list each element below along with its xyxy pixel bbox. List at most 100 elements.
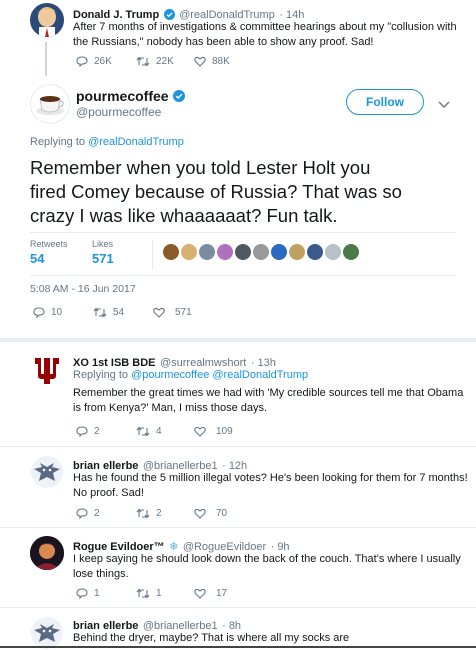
author-name[interactable]: XO 1st ISB BDE — [73, 357, 156, 369]
avatar-realdonaldtrump[interactable] — [30, 3, 64, 37]
reply-button[interactable]: 26K — [76, 56, 112, 67]
author-handle[interactable]: @pourmecoffee — [76, 105, 161, 119]
retweet-count: 2 — [156, 508, 162, 519]
liker-avatar[interactable] — [253, 244, 269, 260]
reply1-text: Remember the great times we had with 'My… — [73, 386, 468, 416]
tweet0-text: After 7 months of investigations & commi… — [73, 20, 468, 50]
thread-connector — [45, 42, 47, 76]
author-name[interactable]: pourmecoffee — [76, 88, 169, 104]
like-count: 70 — [216, 508, 228, 519]
rogue-avatar-image — [30, 536, 64, 570]
like-count: 88K — [212, 56, 230, 67]
like-icon — [153, 307, 165, 318]
tweet-text-line: I keep saying he should look down the ba… — [73, 553, 461, 565]
like-button[interactable]: 70 — [194, 508, 227, 519]
verified-badge-icon — [173, 89, 186, 107]
retweet-count: 4 — [156, 426, 162, 437]
reply-icon — [76, 588, 88, 599]
reply-count: 2 — [94, 508, 100, 519]
like-icon — [194, 56, 206, 67]
retweet-icon — [136, 56, 150, 67]
retweet-count: 22K — [156, 56, 174, 67]
avatar-pourmecoffee[interactable] — [30, 84, 70, 124]
reply-button[interactable]: 1 — [76, 588, 100, 599]
divider — [0, 446, 476, 447]
reply-count: 10 — [51, 307, 63, 318]
tweet-text-line: Remember when you told Lester Holt you — [30, 157, 371, 178]
like-button[interactable]: 88K — [194, 56, 230, 67]
trump-avatar-image — [30, 3, 64, 37]
tweet-text-line: lose things. — [73, 568, 129, 580]
retweet-count: 54 — [113, 307, 125, 318]
liker-avatar[interactable] — [343, 244, 359, 260]
liker-avatar[interactable] — [235, 244, 251, 260]
divider — [0, 527, 476, 528]
replying-to-prefix: Replying to — [30, 136, 89, 148]
avatar-surrealmwshort[interactable] — [30, 354, 64, 388]
follow-button[interactable]: Follow — [346, 89, 424, 115]
reply-icon — [33, 307, 45, 318]
like-count: 571 — [175, 307, 192, 318]
likes-stat[interactable]: Likes 571 — [92, 239, 114, 266]
reply-button[interactable]: 2 — [76, 426, 100, 437]
likes-stat-label: Likes — [92, 239, 114, 249]
retweet-button[interactable]: 22K — [136, 56, 174, 67]
more-options-chevron-down-icon[interactable] — [438, 96, 450, 114]
coffee-cup-avatar-image — [36, 96, 64, 115]
reply-count: 26K — [94, 56, 112, 67]
retweet-button[interactable]: 2 — [136, 508, 162, 519]
likes-stat-value: 571 — [92, 251, 114, 266]
liker-avatar[interactable] — [163, 244, 179, 260]
reply-button[interactable]: 10 — [33, 307, 62, 318]
replying-to-link[interactable]: @pourmecoffee @realDonaldTrump — [131, 369, 308, 381]
tweet-text-line: is from Kenya?' Man, I miss those days. — [73, 402, 268, 414]
reply-icon — [76, 56, 88, 67]
liker-avatar[interactable] — [199, 244, 215, 260]
liker-avatar[interactable] — [325, 244, 341, 260]
stat-divider — [152, 240, 153, 270]
liker-avatar[interactable] — [289, 244, 305, 260]
retweets-stat-label: Retweets — [30, 239, 68, 249]
avatar-rogueevildoer[interactable] — [30, 536, 64, 570]
retweet-button[interactable]: 1 — [136, 588, 162, 599]
liker-avatar[interactable] — [271, 244, 287, 260]
retweets-stat[interactable]: Retweets 54 — [30, 239, 68, 266]
divider — [0, 607, 476, 608]
like-button[interactable]: 109 — [194, 426, 233, 437]
reply2-text: Has he found the 5 million illegal votes… — [73, 471, 473, 501]
liker-avatar[interactable] — [307, 244, 323, 260]
retweet-button[interactable]: 4 — [136, 426, 162, 437]
reply-count: 2 — [94, 426, 100, 437]
reply4-text: Behind the dryer, maybe? That is where a… — [73, 631, 468, 646]
tweet-timestamp[interactable]: 5:08 AM - 16 Jun 2017 — [30, 283, 136, 295]
liker-avatar[interactable] — [181, 244, 197, 260]
like-count: 17 — [216, 588, 228, 599]
gargoyle-avatar-image — [31, 617, 63, 649]
main-tweet-text: Remember when you told Lester Holt you f… — [30, 156, 470, 228]
retweet-icon — [136, 426, 150, 437]
retweet-button[interactable]: 54 — [93, 307, 124, 318]
liker-avatar[interactable] — [217, 244, 233, 260]
author-handle[interactable]: @surrealmwshort — [160, 357, 246, 369]
like-icon — [194, 588, 206, 599]
retweets-stat-value: 54 — [30, 251, 45, 266]
retweet-count: 1 — [156, 588, 162, 599]
tweet-text-line: Has he found the 5 million illegal votes… — [73, 472, 468, 484]
follow-button-label: Follow — [366, 95, 404, 109]
reply-count: 1 — [94, 588, 100, 599]
replying-to-link[interactable]: @realDonaldTrump — [88, 136, 184, 148]
reply-button[interactable]: 2 — [76, 508, 100, 519]
like-icon — [194, 426, 206, 437]
divider — [30, 232, 456, 233]
like-button[interactable]: 571 — [153, 307, 192, 318]
like-button[interactable]: 17 — [194, 588, 227, 599]
tweet-time[interactable]: · 13h — [251, 357, 276, 369]
reply-icon — [76, 508, 88, 519]
avatar-brianellerbe1[interactable] — [30, 616, 64, 650]
reply-icon — [76, 426, 88, 437]
like-icon — [194, 508, 206, 519]
reply3-text: I keep saying he should look down the ba… — [73, 552, 468, 582]
retweet-icon — [136, 508, 150, 519]
retweet-icon — [136, 588, 150, 599]
avatar-brianellerbe1[interactable] — [30, 455, 64, 489]
